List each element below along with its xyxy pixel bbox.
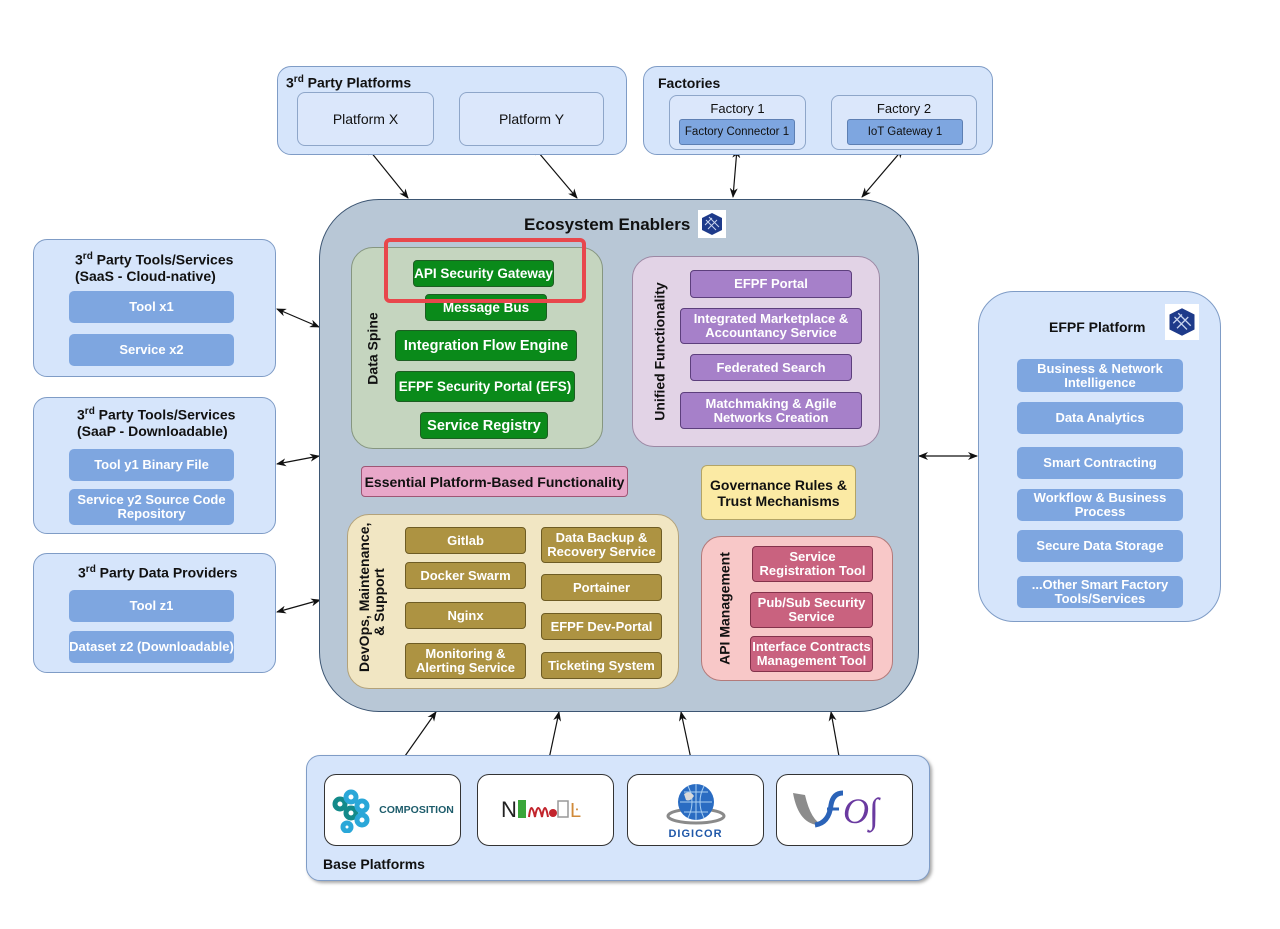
- portainer[interactable]: Portainer: [541, 574, 662, 601]
- tool-y1-binary-file[interactable]: Tool y1 Binary File: [69, 449, 234, 481]
- service-registration-tool[interactable]: Service Registration Tool: [752, 546, 873, 582]
- service-x2[interactable]: Service x2: [69, 334, 234, 366]
- efpf-platform-title: EFPF Platform: [1049, 319, 1146, 335]
- business-network-intelligence[interactable]: Business & Network Intelligence: [1017, 359, 1183, 392]
- efpf-cube-icon: [698, 210, 726, 238]
- saas-tools-group: 3rd Party Tools/Services (SaaS - Cloud-n…: [33, 239, 276, 377]
- composition-logo-card[interactable]: COMPOSITION: [324, 774, 461, 846]
- iot-gateway-1[interactable]: IoT Gateway 1: [847, 119, 963, 145]
- unified-functionality-group: Unified Functionality EFPF Portal Integr…: [632, 256, 880, 447]
- saas-tools-title: 3rd Party Tools/Services (SaaS - Cloud-n…: [75, 251, 234, 284]
- essential-platform-functionality[interactable]: Essential Platform-Based Functionality: [361, 466, 628, 497]
- federated-search[interactable]: Federated Search: [690, 354, 852, 381]
- platform-x-box[interactable]: Platform X: [297, 92, 434, 146]
- api-management-group: API Management Service Registration Tool…: [701, 536, 893, 681]
- data-backup-recovery[interactable]: Data Backup & Recovery Service: [541, 527, 662, 563]
- gitlab[interactable]: Gitlab: [405, 527, 526, 554]
- efpf-portal[interactable]: EFPF Portal: [690, 270, 852, 298]
- third-party-platforms-title: 3rd Party Platforms: [286, 74, 412, 91]
- factory-1-label: Factory 1: [710, 101, 765, 116]
- composition-wordmark: COMPOSITION: [379, 804, 454, 816]
- arrow-factory-2: [861, 148, 904, 198]
- integration-flow-engine[interactable]: Integration Flow Engine: [395, 330, 577, 361]
- base-platforms-group: Base Platforms COMPOSITION N Ŀ DIGICOR O…: [306, 755, 930, 881]
- nimble-logo: N Ŀ: [501, 797, 581, 822]
- integrated-marketplace[interactable]: Integrated Marketplace & Accountancy Ser…: [680, 308, 862, 344]
- factory-connector-1[interactable]: Factory Connector 1: [679, 119, 795, 145]
- data-spine-label: Data Spine: [364, 312, 381, 385]
- other-smart-factory-tools[interactable]: ...Other Smart Factory Tools/Services: [1017, 576, 1183, 608]
- svg-text:N: N: [501, 797, 517, 822]
- third-party-platforms-group: 3rd Party Platforms Platform X Platform …: [277, 66, 627, 155]
- factory-2-box[interactable]: Factory 2 IoT Gateway 1: [831, 95, 977, 150]
- arrow-saap: [276, 453, 320, 467]
- factories-group: Factories Factory 1 Factory Connector 1 …: [643, 66, 993, 155]
- digicor-wordmark: DIGICOR: [668, 828, 723, 840]
- arrow-saas: [276, 308, 320, 328]
- saap-tools-group: 3rd Party Tools/Services (SaaP - Downloa…: [33, 397, 276, 534]
- smart-contracting[interactable]: Smart Contracting: [1017, 447, 1183, 479]
- efpf-platform-group: EFPF Platform Business & Network Intelli…: [978, 291, 1221, 622]
- dataset-z2[interactable]: Dataset z2 (Downloadable): [69, 631, 234, 663]
- governance-rules[interactable]: Governance Rules & Trust Mechanisms: [701, 465, 856, 520]
- ecosystem-enablers-container: Ecosystem Enablers Data Spine API Securi…: [319, 199, 919, 712]
- digicor-logo-card[interactable]: DIGICOR: [627, 774, 764, 846]
- efpf-platform-cube-icon: [1165, 304, 1199, 340]
- pubsub-security-service[interactable]: Pub/Sub Security Service: [750, 592, 873, 628]
- factory-2-label: Factory 2: [876, 101, 932, 116]
- platform-y-box[interactable]: Platform Y: [459, 92, 604, 146]
- devops-group: DevOps, Maintenance, & Support Gitlab Do…: [347, 514, 679, 689]
- data-analytics[interactable]: Data Analytics: [1017, 402, 1183, 434]
- service-registry[interactable]: Service Registry: [420, 412, 548, 439]
- tool-x1[interactable]: Tool x1: [69, 291, 234, 323]
- factories-title: Factories: [658, 75, 721, 91]
- composition-chain-icon: [332, 789, 370, 833]
- docker-swarm[interactable]: Docker Swarm: [405, 562, 526, 589]
- monitoring-alerting-service[interactable]: Monitoring & Alerting Service: [405, 643, 526, 679]
- svg-text:O∫: O∫: [843, 791, 881, 833]
- arrow-factory-1: [729, 148, 741, 198]
- factory-1-box[interactable]: Factory 1 Factory Connector 1: [669, 95, 806, 150]
- tool-z1[interactable]: Tool z1: [69, 590, 234, 622]
- ecosystem-enablers-title: Ecosystem Enablers: [524, 215, 691, 234]
- unified-functionality-label: Unified Functionality: [651, 282, 668, 421]
- secure-data-storage[interactable]: Secure Data Storage: [1017, 530, 1183, 562]
- efpf-security-portal[interactable]: EFPF Security Portal (EFS): [395, 371, 575, 402]
- vfos-logo-card[interactable]: O∫: [776, 774, 913, 846]
- base-platforms-title: Base Platforms: [323, 856, 425, 872]
- digicor-globe-icon: [666, 784, 725, 825]
- svg-text:Ŀ: Ŀ: [570, 800, 581, 822]
- matchmaking-agile-networks[interactable]: Matchmaking & Agile Networks Creation: [680, 392, 862, 429]
- vfos-logo: O∫: [792, 790, 881, 833]
- saap-tools-title: 3rd Party Tools/Services (SaaP - Downloa…: [77, 406, 236, 439]
- nginx[interactable]: Nginx: [405, 602, 526, 629]
- data-providers-title: 3rd Party Data Providers: [78, 564, 238, 581]
- arrow-data-providers: [276, 598, 321, 614]
- api-management-label: API Management: [716, 552, 733, 665]
- service-y2-source-code-repository[interactable]: Service y2 Source Code Repository: [69, 489, 234, 525]
- efpf-dev-portal[interactable]: EFPF Dev-Portal: [541, 613, 662, 640]
- devops-label: DevOps, Maintenance, & Support: [356, 522, 387, 672]
- workflow-business-process[interactable]: Workflow & Business Process: [1017, 489, 1183, 521]
- nimble-logo-card[interactable]: N Ŀ: [477, 774, 614, 846]
- data-providers-group: 3rd Party Data Providers Tool z1 Dataset…: [33, 553, 276, 673]
- api-security-gateway-highlight: [384, 238, 586, 303]
- ticketing-system[interactable]: Ticketing System: [541, 652, 662, 679]
- interface-contracts-management-tool[interactable]: Interface Contracts Management Tool: [750, 636, 873, 672]
